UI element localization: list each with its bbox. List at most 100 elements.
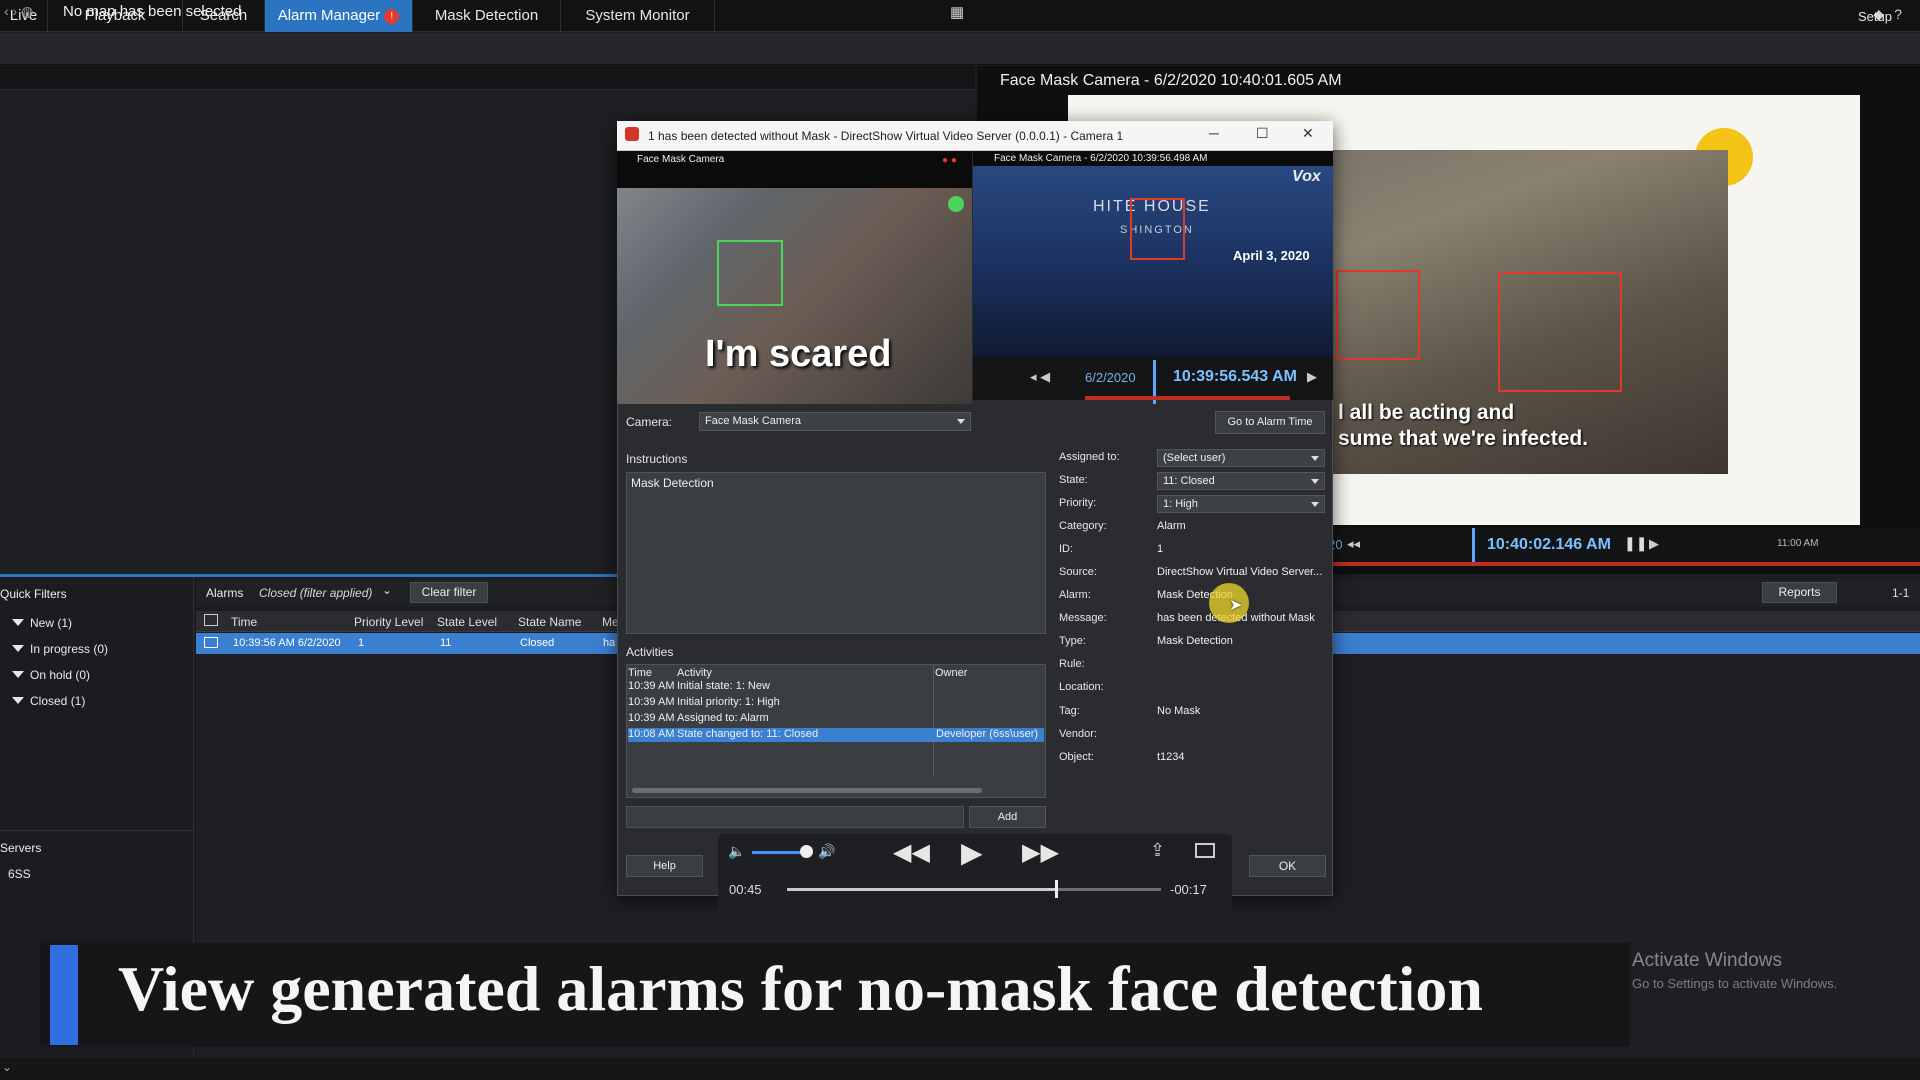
type-value: Mask Detection [1157, 635, 1233, 647]
step-forward-icon[interactable]: ▶ [1307, 369, 1317, 385]
volume-knob[interactable] [800, 845, 813, 858]
maximize-icon[interactable]: ☐ [1256, 125, 1269, 142]
filter-label: In progress (0) [30, 642, 109, 656]
activity-row[interactable]: 10:39 AM Assigned to: Alarm [628, 712, 1044, 726]
play-icon[interactable]: ▶ [961, 836, 983, 869]
map-title: No map has been selected [63, 3, 242, 20]
rewind-icon[interactable]: ◀◀ [893, 838, 930, 867]
filter-new[interactable]: New (1) [12, 616, 72, 630]
column-time[interactable]: Time [231, 615, 257, 629]
step-forward-icon[interactable]: ▶ [1649, 536, 1659, 552]
share-icon[interactable]: ⇪ [1150, 840, 1165, 861]
chevron-down-icon[interactable]: ⌄ [2, 1060, 12, 1074]
category-label: Category: [1059, 520, 1107, 532]
tab-system-monitor[interactable]: System Monitor [561, 0, 715, 32]
filter-label: On hold (0) [30, 668, 91, 682]
add-button[interactable]: Add [969, 806, 1046, 828]
server-item[interactable]: 6SS [8, 867, 31, 881]
grid-icon[interactable]: ▦ [950, 3, 964, 21]
setup-button[interactable]: Setup [1858, 9, 1892, 24]
column-priority-level[interactable]: Priority Level [354, 615, 423, 629]
media-remaining-time: -00:17 [1170, 882, 1207, 897]
timeline-marker[interactable] [1472, 528, 1475, 562]
help-button[interactable]: Help [626, 855, 703, 877]
priority-select[interactable]: 1: High [1157, 495, 1325, 513]
map-navigation[interactable]: ‹ › ◍ [4, 3, 33, 20]
chevron-down-icon [1311, 479, 1319, 484]
face-detection-box [1130, 198, 1185, 260]
mask-detection-box [717, 240, 783, 306]
activity-text: Initial state: 1: New [677, 680, 770, 692]
vendor-label: Vendor: [1059, 728, 1097, 740]
activity-column-time[interactable]: Time [628, 667, 652, 679]
status-bar [0, 1058, 1920, 1080]
activity-owner: Developer (6ss\user) [936, 728, 1039, 740]
horizontal-scrollbar[interactable] [632, 788, 982, 793]
filter-icon [12, 619, 24, 626]
alarms-filter-select[interactable]: Closed (filter applied) [259, 586, 372, 600]
globe-icon: ◍ [21, 3, 34, 19]
activity-column-owner[interactable]: Owner [935, 667, 967, 679]
state-select[interactable]: 11: Closed [1157, 472, 1325, 490]
tab-mask-detection[interactable]: Mask Detection [413, 0, 561, 32]
chevron-down-icon[interactable]: ⌄ [382, 583, 392, 597]
chevron-down-icon [1311, 502, 1319, 507]
state-label: State: [1059, 474, 1088, 486]
filter-icon [12, 697, 24, 704]
clear-filter-button[interactable]: Clear filter [410, 582, 488, 603]
camera-select[interactable]: Face Mask Camera [699, 412, 971, 431]
assigned-to-label: Assigned to: [1059, 451, 1120, 463]
detection-tag-icon [948, 196, 964, 212]
activity-row[interactable]: 10:39 AM Initial state: 1: New [628, 680, 1044, 694]
alarm-badge: ! [384, 9, 400, 24]
cell-message: ha [603, 637, 616, 649]
filter-on-hold[interactable]: On hold (0) [12, 668, 90, 682]
tag-label: Tag: [1059, 705, 1080, 717]
timeline-clock: 10:40:02.146 AM [1487, 536, 1611, 553]
cell-time: 10:39:56 AM 6/2/2020 [233, 637, 341, 649]
reports-button[interactable]: Reports [1762, 582, 1837, 603]
banner-accent-bar [50, 945, 78, 1045]
activity-column-activity[interactable]: Activity [677, 667, 712, 679]
activity-time: 10:08 AM [628, 728, 675, 740]
filter-icon [12, 645, 24, 652]
filter-label: New (1) [30, 616, 73, 630]
close-icon[interactable]: ✕ [1302, 125, 1314, 142]
video-caption: l all be acting and sume that we're infe… [1338, 400, 1588, 452]
id-label: ID: [1059, 543, 1074, 555]
assigned-to-select[interactable]: (Select user) [1157, 449, 1325, 467]
filter-in-progress[interactable]: In progress (0) [12, 642, 108, 656]
volume-low-icon[interactable]: 🔈 [728, 843, 745, 860]
picture-in-picture-icon[interactable] [1195, 843, 1215, 858]
skip-back-icon[interactable]: ◂◂ [1347, 536, 1360, 552]
image-icon [204, 637, 218, 648]
comment-input[interactable] [626, 806, 964, 828]
activity-row[interactable]: 10:39 AM Initial priority: 1: High [628, 696, 1044, 710]
filter-closed[interactable]: Closed (1) [12, 694, 85, 708]
activity-time: 10:39 AM [628, 680, 675, 692]
column-state-level[interactable]: State Level [437, 615, 497, 629]
dialog-title: 1 has been detected without Mask - Direc… [648, 129, 1124, 143]
minimize-icon[interactable]: ─ [1209, 125, 1219, 141]
alarm-label: Alarm: [1059, 589, 1091, 601]
ok-button[interactable]: OK [1249, 855, 1326, 877]
pause-icon[interactable]: ❚❚ [1624, 535, 1647, 552]
column-state-name[interactable]: State Name [518, 615, 581, 629]
skip-back-icon[interactable]: ◂ ◀ [1030, 369, 1050, 385]
fast-forward-icon[interactable]: ▶▶ [1022, 838, 1059, 867]
priority-label: Priority: [1059, 497, 1097, 509]
volume-high-icon[interactable]: 🔊 [818, 843, 835, 860]
help-icon[interactable]: ? [1894, 6, 1912, 22]
priority-value: 1: High [1163, 498, 1198, 510]
sub-toolbar [0, 33, 1920, 65]
media-seek-knob[interactable] [1055, 880, 1058, 898]
instructions-textarea[interactable]: Mask Detection [626, 472, 1046, 634]
activity-row-selected[interactable]: 10:08 AM State changed to: 11: Closed De… [628, 728, 1044, 742]
tab-alarm-manager[interactable]: Alarm Manager! [265, 0, 413, 32]
volume-slider[interactable] [752, 851, 804, 854]
activity-time: 10:39 AM [628, 712, 675, 724]
vox-logo: Vox [1292, 168, 1321, 185]
camera-title: Face Mask Camera - 6/2/2020 10:40:01.605… [1000, 72, 1342, 89]
image-icon [204, 614, 218, 626]
go-to-alarm-time-button[interactable]: Go to Alarm Time [1215, 411, 1325, 434]
